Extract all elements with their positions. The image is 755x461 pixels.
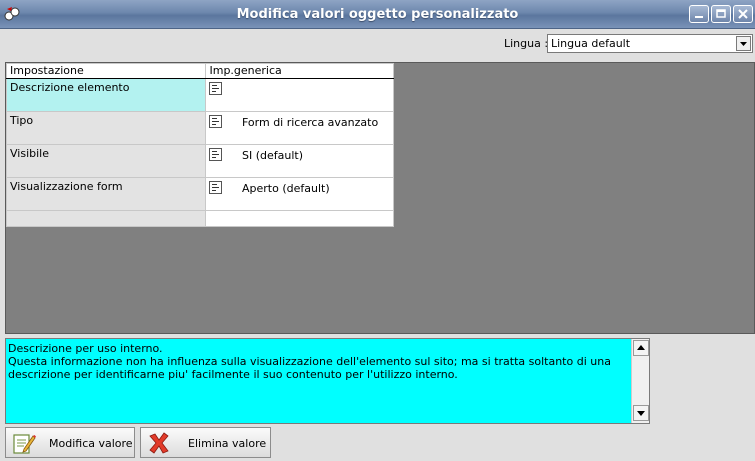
maximize-button[interactable] [711,5,731,23]
grid-header-row: Impostazione Imp.generica [5,63,394,79]
delete-value-label: Elimina valore [188,437,267,450]
delete-value-button[interactable]: Elimina valore [140,427,271,458]
chevron-down-icon [740,42,747,46]
arrow-up-icon [637,345,645,350]
window-title: Modifica valori oggetto personalizzato [236,7,519,22]
column-header-setting[interactable]: Impostazione [5,63,207,79]
grid-row-visualizzazione[interactable]: Visualizzazione form Aperto (default) [5,177,394,211]
grid-row-visibile[interactable]: Visibile SI (default) [5,144,394,178]
delete-x-icon [149,432,169,454]
minimize-icon [695,16,703,18]
description-text: Descrizione per uso interno. Questa info… [8,342,628,381]
setting-value-cell[interactable]: Form di ricerca avanzato [205,111,394,145]
description-title: Descrizione per uso interno. [8,342,163,355]
edit-list-icon[interactable] [209,82,223,95]
setting-value: SI (default) [241,149,303,162]
edit-document-icon [13,434,36,454]
description-body: Questa informazione non ha influenza sul… [8,355,611,381]
setting-name[interactable]: Visualizzazione form [5,177,207,211]
edit-list-icon[interactable] [209,148,223,161]
language-label: Lingua : [504,37,549,50]
column-header-generic[interactable]: Imp.generica [205,63,394,79]
edit-list-icon[interactable] [209,181,223,194]
setting-value-cell[interactable] [205,78,394,112]
setting-value-cell[interactable]: SI (default) [205,144,394,178]
minimize-button[interactable] [689,5,709,23]
empty-cell[interactable] [5,210,207,227]
scroll-down-button[interactable] [633,405,649,421]
maximize-icon [716,9,726,18]
edit-value-label: Modifica valore [49,437,133,450]
setting-name[interactable]: Tipo [5,111,207,145]
dropdown-button[interactable] [736,36,751,51]
close-icon [738,9,748,19]
setting-name[interactable]: Descrizione elemento [5,78,207,112]
setting-name[interactable]: Visibile [5,144,207,178]
property-grid-area: Impostazione Imp.generica Descrizione el… [5,62,755,334]
setting-value: Form di ricerca avanzato [241,116,379,129]
grid-row-tipo[interactable]: Tipo Form di ricerca avanzato [5,111,394,145]
title-bar: Modifica valori oggetto personalizzato [0,0,755,29]
setting-value-cell[interactable]: Aperto (default) [205,177,394,211]
scroll-up-button[interactable] [633,340,649,356]
arrow-down-icon [637,411,645,416]
grid-row-descrizione[interactable]: Descrizione elemento [5,78,394,112]
vertical-scrollbar[interactable] [631,339,649,423]
description-box[interactable]: Descrizione per uso interno. Questa info… [5,338,650,424]
close-button[interactable] [733,5,753,23]
grid-empty-row[interactable] [5,210,394,227]
edit-value-button[interactable]: Modifica valore [5,427,135,458]
setting-value: Aperto (default) [241,182,330,195]
empty-cell[interactable] [205,210,394,227]
language-value: Lingua default [551,37,631,50]
language-select[interactable]: Lingua default [547,34,753,53]
property-grid: Impostazione Imp.generica Descrizione el… [5,63,394,227]
edit-list-icon[interactable] [209,115,223,128]
